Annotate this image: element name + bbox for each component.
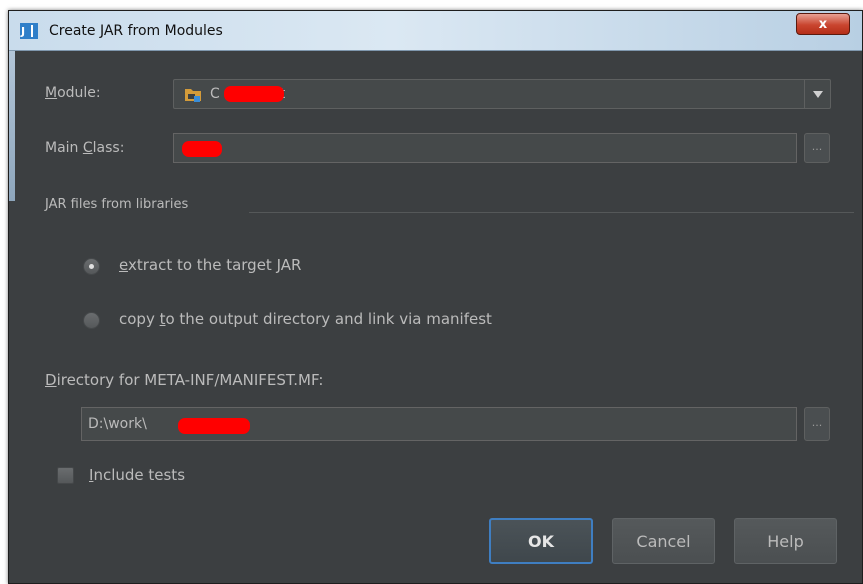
ok-button[interactable]: OK <box>489 518 593 564</box>
extract-radio[interactable] <box>83 258 100 275</box>
title-bar[interactable]: J Create JAR from Modules x <box>9 11 862 51</box>
manifest-dir-browse-button[interactable]: ... <box>804 407 830 441</box>
main-class-browse-button[interactable]: ... <box>804 133 830 163</box>
close-button[interactable]: x <box>796 13 850 35</box>
redaction-mark <box>224 86 284 102</box>
module-folder-icon <box>185 89 201 102</box>
dialog-body: Module: Ct Main Class: ... JAR files fro… <box>9 51 862 583</box>
help-button[interactable]: Help <box>734 518 837 564</box>
module-dropdown-arrow[interactable] <box>804 80 830 108</box>
include-tests-label[interactable]: Include tests <box>89 466 185 484</box>
chevron-down-icon <box>812 90 823 98</box>
manifest-dir-value: D:\work\ <box>88 416 147 432</box>
extract-radio-label[interactable]: extract to the target JAR <box>119 256 301 274</box>
redaction-mark <box>182 141 222 157</box>
copy-radio[interactable] <box>83 312 100 329</box>
intellij-app-icon: J <box>20 23 38 39</box>
redaction-mark <box>178 418 250 434</box>
dialog-title: Create JAR from Modules <box>49 23 223 39</box>
main-class-label: Main Class: <box>45 140 125 156</box>
manifest-dir-label: Directory for META-INF/MANIFEST.MF: <box>45 371 324 389</box>
svg-text:J: J <box>20 25 25 38</box>
copy-radio-label[interactable]: copy to the output directory and link vi… <box>119 310 492 328</box>
include-tests-checkbox[interactable] <box>57 467 74 484</box>
cancel-button[interactable]: Cancel <box>612 518 715 564</box>
manifest-dir-input[interactable]: D:\work\ <box>81 407 797 441</box>
module-label: Module: <box>45 85 101 101</box>
main-class-input[interactable] <box>173 133 797 163</box>
module-combobox[interactable]: Ct <box>173 79 831 109</box>
section-divider <box>249 212 854 213</box>
create-jar-dialog: J Create JAR from Modules x Module: Ct <box>8 10 863 584</box>
libraries-section-title: JAR files from libraries <box>45 197 189 212</box>
close-icon: x <box>818 16 828 32</box>
